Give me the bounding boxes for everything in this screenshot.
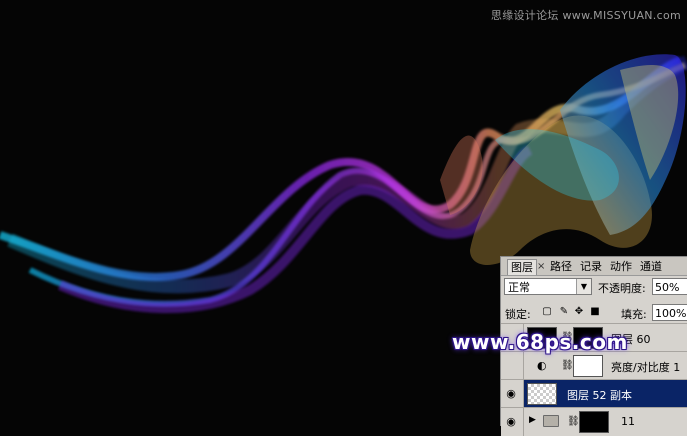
watermark-site: 思缘设计论坛 www.MISSYUAN.com (490, 9, 681, 22)
close-icon[interactable]: × (537, 259, 545, 274)
layer-row[interactable]: ◉ 图层 52 副本 (501, 379, 687, 408)
chevron-down-icon: ▼ (576, 279, 591, 294)
visibility-toggle[interactable]: ◉ (501, 380, 524, 408)
lock-brush-icon[interactable]: ✎ (558, 306, 570, 318)
eye-icon: ◉ (506, 387, 516, 400)
lock-transparent-icon[interactable]: ▢ (541, 306, 553, 318)
layer-name: 图层 52 副本 (567, 389, 632, 402)
visibility-toggle[interactable]: ◉ (501, 408, 524, 436)
tab-paths[interactable]: 路径 (547, 259, 575, 274)
opacity-field[interactable]: 50% (652, 278, 687, 295)
link-icon: ⛓ (561, 360, 574, 371)
lock-label: 锁定: (505, 308, 531, 321)
lock-move-icon[interactable]: ✥ (573, 306, 585, 318)
fill-label: 填充: (621, 308, 647, 321)
layer-row[interactable]: ◐ ⛓ 亮度/对比度 1 (501, 351, 687, 380)
tab-layers[interactable]: 图层 (507, 259, 537, 275)
folder-icon (543, 415, 559, 427)
layer-name: 亮度/对比度 1 (611, 361, 681, 374)
fill-field[interactable]: 100% (652, 304, 687, 321)
watermark-68ps: www.68ps.com (452, 330, 628, 354)
blend-mode-value: 正常 (508, 281, 530, 294)
lock-all-icon[interactable]: ■ (589, 306, 601, 318)
layer-row[interactable]: ◉ ▶ ⛓ 11 (501, 407, 687, 436)
adjustment-icon: ◐ (537, 359, 547, 372)
mask-thumbnail (579, 411, 609, 433)
visibility-toggle[interactable] (501, 352, 524, 380)
eye-icon: ◉ (506, 415, 516, 428)
layer-name: 11 (621, 415, 635, 428)
panel-tabs: 图层 × 路径 记录 动作 通道 (501, 257, 687, 276)
mask-thumbnail (573, 355, 603, 377)
layer-thumbnail (527, 383, 557, 405)
blend-mode-select[interactable]: 正常 ▼ (504, 278, 592, 295)
tab-actions[interactable]: 动作 (607, 259, 635, 274)
link-icon: ⛓ (567, 416, 580, 427)
tab-channels[interactable]: 通道 (637, 259, 665, 274)
lock-row: 锁定: ▢ ✎ ✥ ■ 填充: 100% (501, 304, 687, 322)
tab-history[interactable]: 记录 (577, 259, 605, 274)
expand-arrow-icon[interactable]: ▶ (529, 415, 536, 425)
opacity-label: 不透明度: (598, 282, 646, 295)
blend-row: 正常 ▼ 不透明度: 50% (501, 278, 687, 298)
